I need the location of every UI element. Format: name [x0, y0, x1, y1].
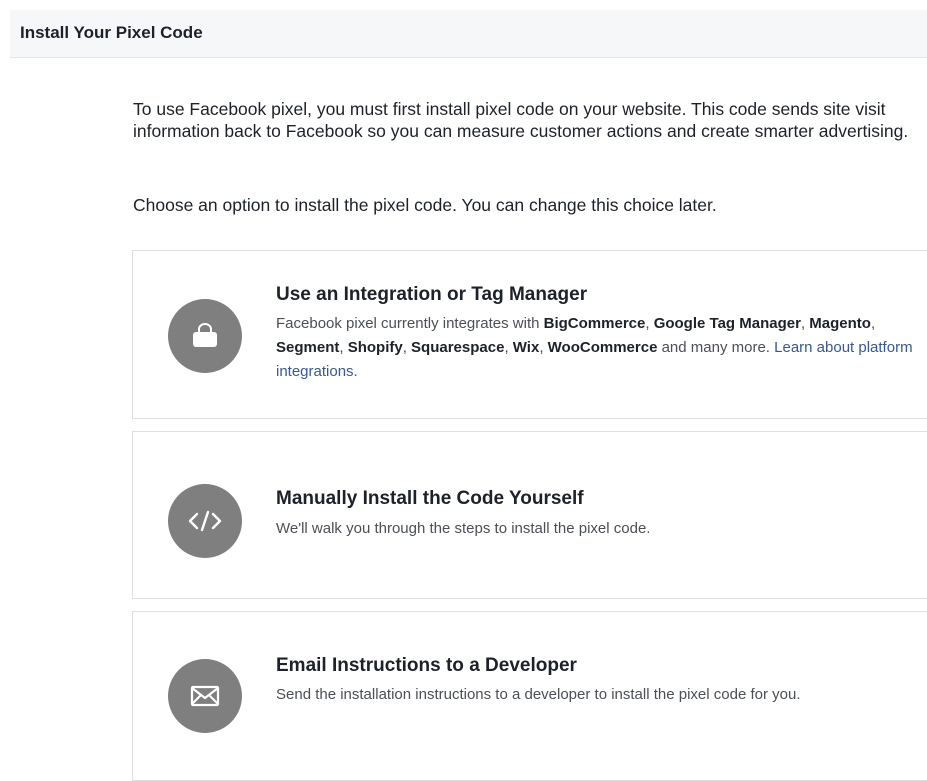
choose-option-text: Choose an option to install the pixel co…: [133, 195, 717, 215]
option-integration[interactable]: Use an Integration or Tag Manager Facebo…: [132, 250, 927, 419]
page-title: Install Your Pixel Code: [20, 23, 203, 42]
partner-name: Segment: [276, 339, 340, 356]
option-manual-install[interactable]: Manually Install the Code Yourself We'll…: [132, 431, 927, 599]
partner-name: Google Tag Manager: [653, 315, 801, 332]
option-email-developer[interactable]: Email Instructions to a Developer Send t…: [132, 611, 927, 781]
option-title: Use an Integration or Tag Manager: [276, 284, 588, 305]
partner-name: Magento: [809, 315, 871, 332]
option-description: Facebook pixel currently integrates with…: [276, 315, 913, 380]
envelope-icon: [168, 659, 242, 733]
intro-text: To use Facebook pixel, you must first in…: [133, 99, 909, 141]
partner-name: WooCommerce: [547, 339, 658, 356]
partner-name: Wix: [512, 339, 540, 356]
partner-name: BigCommerce: [543, 315, 646, 332]
option-description: Send the installation instructions to a …: [276, 686, 801, 703]
option-title: Email Instructions to a Developer: [276, 655, 577, 676]
page-header: Install Your Pixel Code: [10, 10, 927, 58]
option-description: We'll walk you through the steps to inst…: [276, 520, 651, 537]
partner-name: Shopify: [347, 339, 403, 356]
partner-name: Squarespace: [411, 339, 505, 356]
code-icon: [168, 484, 242, 558]
option-title: Manually Install the Code Yourself: [276, 488, 584, 509]
shopping-bag-icon: [168, 299, 242, 373]
